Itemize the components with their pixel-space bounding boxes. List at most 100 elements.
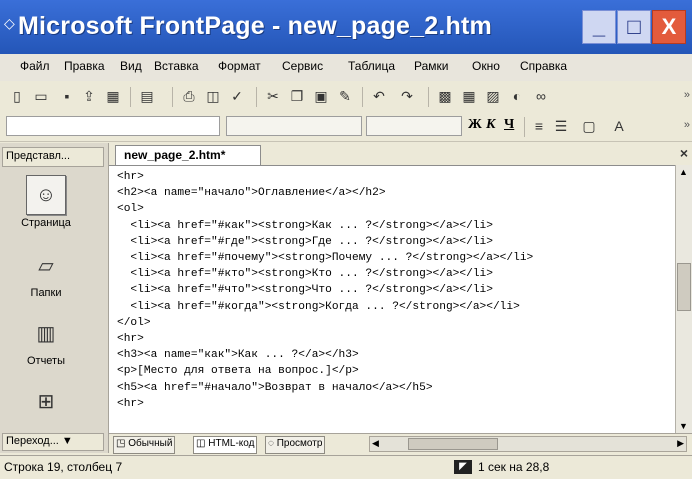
paste-icon[interactable]: ▣ <box>312 87 330 105</box>
view-reports-button[interactable]: ▥ Отчеты <box>8 315 84 367</box>
connection-icon: ◤ <box>454 460 472 474</box>
hyperlinks-icon: ⊞ <box>37 391 55 413</box>
menu-help[interactable]: Справка <box>520 59 567 73</box>
web-component-icon[interactable]: ▩ <box>436 87 454 105</box>
code-line: </ol> <box>117 316 151 329</box>
toggle-pane-icon[interactable]: ▤ <box>138 87 156 105</box>
close-document-icon[interactable]: × <box>680 145 688 161</box>
menu-file[interactable]: Файл <box>20 59 50 73</box>
insert-table-icon[interactable]: ▦ <box>460 87 478 105</box>
preview-icon[interactable]: ◫ <box>204 87 222 105</box>
status-bar: Строка 19, столбец 7 ◤ 1 сек на 28,8 <box>0 455 692 479</box>
save-icon[interactable]: ▪ <box>58 87 76 105</box>
view-mode-bar: ◳ Обычный ◫ HTML-код ◌ Просмотр ◀ ▶ <box>109 433 692 454</box>
cursor-position: Строка 19, столбец 7 <box>4 460 123 474</box>
tab-normal[interactable]: ◳ Обычный <box>113 436 176 454</box>
window-title: Microsoft FrontPage - new_page_2.htm <box>18 12 492 40</box>
menu-view[interactable]: Вид <box>120 59 142 73</box>
maximize-button[interactable]: □ <box>617 10 651 44</box>
code-line: <li><a href="#где"><strong>Где ... ?</st… <box>117 235 493 248</box>
scroll-up-icon[interactable]: ▲ <box>679 167 688 177</box>
insert-picture-icon[interactable]: ▨ <box>484 87 502 105</box>
font-color-icon[interactable]: A <box>610 117 628 135</box>
reports-icon: ▥ <box>36 323 56 345</box>
menu-edit[interactable]: Правка <box>64 59 105 73</box>
html-code-editor[interactable]: <hr> <h2><a name="начало">Оглавление</a><… <box>117 169 672 429</box>
scroll-down-icon[interactable]: ▼ <box>679 421 688 431</box>
frontpage-window: ◇ Microsoft FrontPage - new_page_2.htm _… <box>0 0 692 479</box>
font-size-select[interactable] <box>366 116 462 136</box>
bold-button[interactable]: Ж <box>468 117 482 133</box>
menu-window[interactable]: Окно <box>472 59 500 73</box>
font-select[interactable] <box>226 116 362 136</box>
toolbar-separator <box>172 87 173 107</box>
scroll-right-icon[interactable]: ▶ <box>677 438 684 449</box>
toolbar-separator <box>524 117 525 137</box>
title-bar[interactable]: ◇ Microsoft FrontPage - new_page_2.htm _… <box>0 0 692 54</box>
code-line: <li><a href="#когда"><strong>Когда ... ?… <box>117 300 520 313</box>
code-line: <hr> <box>117 397 144 410</box>
menu-tools[interactable]: Сервис <box>282 59 323 73</box>
view-reports-label: Отчеты <box>26 355 66 367</box>
new-page-icon[interactable]: ▯ <box>8 87 26 105</box>
underline-button[interactable]: Ч <box>504 117 514 133</box>
code-line: <li><a href="#почему"><strong>Почему ...… <box>117 252 534 265</box>
tab-html[interactable]: ◫ HTML-код <box>193 436 258 454</box>
code-line: <hr> <box>117 171 144 183</box>
code-line: <li><a href="#кто"><strong>Кто ... ?</st… <box>117 268 493 281</box>
toolbar-separator <box>256 87 257 107</box>
view-folders-label: Папки <box>30 287 62 299</box>
tab-preview[interactable]: ◌ Просмотр <box>265 436 326 454</box>
numbering-icon[interactable]: ≡ <box>530 117 548 135</box>
open-icon[interactable]: ▭ <box>32 87 50 105</box>
menu-frames[interactable]: Рамки <box>414 59 448 73</box>
bullets-icon[interactable]: ☰ <box>552 117 570 135</box>
code-line: <h2><a name="начало">Оглавление</a></h2> <box>117 187 386 200</box>
views-bar-footer[interactable]: Переход... ▼ <box>2 433 104 451</box>
standard-toolbar: ▯ ▭ ▪ ⇪ ▦ ▤ ⎙ ◫ ✓ ✂ ❐ ▣ ✎ ↶ ↷ ▩ ▦ ▨ ◐ ∞ … <box>0 81 692 112</box>
view-page-button[interactable]: ☺ Страница <box>8 175 84 229</box>
horizontal-scroll-thumb[interactable] <box>408 438 498 450</box>
preview-mode-icon: ◌ <box>268 438 274 449</box>
cut-icon[interactable]: ✂ <box>264 87 282 105</box>
copy-icon[interactable]: ❐ <box>288 87 306 105</box>
app-icon: ◇ <box>4 15 15 31</box>
normal-mode-label: Обычный <box>128 438 173 449</box>
italic-button[interactable]: К <box>486 117 496 133</box>
toolbar-overflow-icon[interactable]: » <box>684 119 690 131</box>
menu-table[interactable]: Таблица <box>348 59 395 73</box>
minimize-button[interactable]: _ <box>582 10 616 44</box>
print-icon[interactable]: ⎙ <box>180 87 198 105</box>
view-hyperlinks-button[interactable]: ⊞ <box>8 383 84 423</box>
normal-mode-icon: ◳ <box>116 438 126 449</box>
code-line: <ol> <box>117 203 144 216</box>
views-footer-label: Переход... <box>6 435 59 447</box>
vertical-scroll-thumb[interactable] <box>677 263 691 311</box>
menu-insert[interactable]: Вставка <box>154 59 199 73</box>
borders-icon[interactable]: ▢ <box>580 117 598 135</box>
code-line: <h5><a href="#начало">Возврат в начало</… <box>117 381 433 394</box>
scroll-left-icon[interactable]: ◀ <box>372 438 379 449</box>
close-button[interactable]: X <box>652 10 686 44</box>
spelling-icon[interactable]: ✓ <box>228 87 246 105</box>
format-painter-icon[interactable]: ✎ <box>336 87 354 105</box>
redo-icon[interactable]: ↷ <box>398 87 416 105</box>
code-line: <li><a href="#что"><strong>Что ... ?</st… <box>117 284 493 297</box>
style-select[interactable] <box>6 116 220 136</box>
undo-icon[interactable]: ↶ <box>370 87 388 105</box>
horizontal-scrollbar[interactable]: ◀ ▶ <box>369 436 687 452</box>
tab-new-page-2[interactable]: new_page_2.htm* <box>115 145 261 165</box>
publish-icon[interactable]: ⇪ <box>80 87 98 105</box>
toolbar-overflow-icon[interactable]: » <box>684 89 690 101</box>
html-mode-icon: ◫ <box>196 438 206 449</box>
folder-list-icon[interactable]: ▦ <box>104 87 122 105</box>
menu-format[interactable]: Формат <box>218 59 261 73</box>
folder-icon: ▱ <box>38 255 54 277</box>
formatting-toolbar: Ж К Ч ≡ ☰ ▢ A » <box>0 111 692 142</box>
view-page-label: Страница <box>21 217 71 229</box>
drawing-icon[interactable]: ◐ <box>508 87 526 105</box>
hyperlink-icon[interactable]: ∞ <box>532 87 550 105</box>
view-folders-button[interactable]: ▱ Папки <box>8 247 84 299</box>
document-pane: new_page_2.htm* × <hr> <h2><a name="начал… <box>109 143 692 433</box>
vertical-scrollbar[interactable]: ▲ ▼ <box>675 165 692 433</box>
